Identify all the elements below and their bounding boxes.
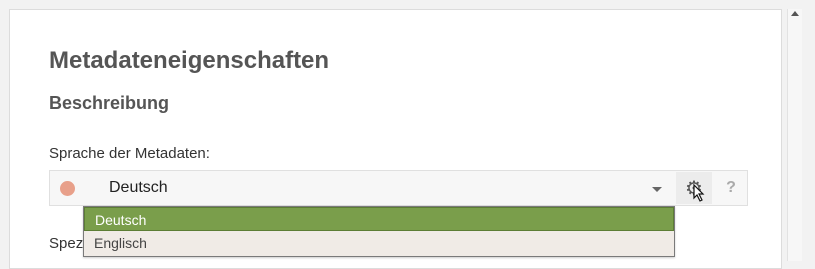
settings-button[interactable]: ⚙ (676, 172, 712, 204)
language-select-value[interactable]: Deutsch (109, 179, 168, 197)
panel-notch (11, 235, 19, 253)
help-button[interactable]: ? (716, 172, 746, 204)
scroll-up-arrow-icon[interactable] (791, 11, 799, 16)
section-title: Beschreibung (49, 93, 170, 113)
option-englisch[interactable]: Englisch (84, 231, 674, 255)
language-field-label: Sprache der Metadaten: (49, 145, 210, 162)
vertical-scrollbar[interactable] (787, 9, 802, 261)
status-dot-icon (60, 181, 75, 196)
option-deutsch[interactable]: Deutsch (84, 207, 674, 231)
language-select[interactable]: Deutsch ⚙ ? (49, 170, 748, 206)
language-dropdown-list[interactable]: Deutsch Englisch (83, 206, 675, 257)
page-title: Metadateneigenschaften (49, 47, 330, 74)
chevron-down-icon[interactable] (652, 187, 662, 192)
mouse-pointer-icon (693, 184, 705, 202)
next-field-label: Spez (49, 235, 84, 252)
